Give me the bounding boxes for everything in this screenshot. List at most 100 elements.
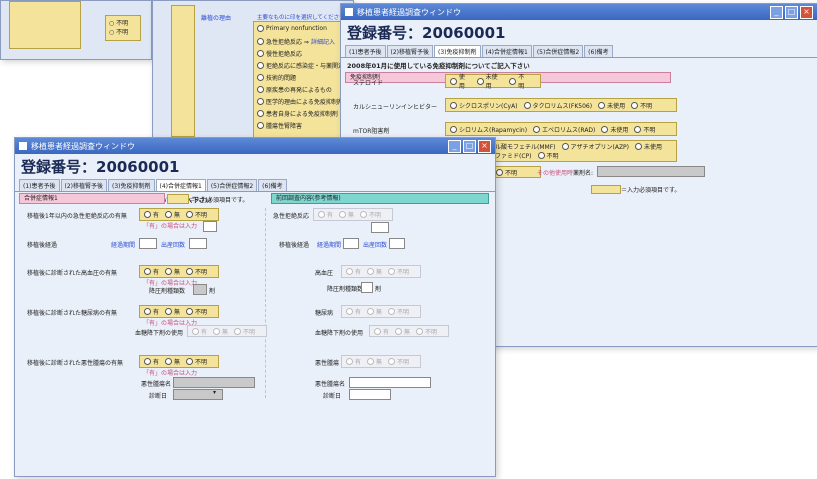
r1-count-input[interactable]	[203, 221, 217, 232]
tab-patient[interactable]: (1)患者予後	[345, 45, 386, 57]
r1-prev-no: 無	[339, 210, 354, 219]
section-header: 2008年01月に使用している免疫抑制剤についてご記入下さい	[347, 62, 530, 70]
steroid-unknown[interactable]: 不明	[509, 72, 530, 90]
mtor-rapamycin[interactable]: シロリムス(Rapamycin)	[450, 125, 527, 134]
tab-patient[interactable]: (1)患者予後	[19, 179, 60, 191]
mtor-unused[interactable]: 未使用	[601, 125, 628, 134]
legend-text: ＝入力必須項目です。	[621, 187, 681, 194]
anti-unused[interactable]: 未使用	[635, 142, 662, 151]
tab-immuno[interactable]: (3)免疫抑制剤	[434, 45, 481, 57]
drug-name-input[interactable]	[597, 166, 705, 177]
registration-number: 登録番号：20060001	[21, 158, 180, 176]
r5-prev-name-label: 悪性腫瘍名	[315, 381, 346, 388]
r4-yes[interactable]: 有	[144, 307, 159, 316]
reason-3[interactable]: 拒絶反応に感染症・与薬関連	[257, 61, 344, 70]
tab-comp1[interactable]: (4)合併症情報1	[155, 179, 206, 191]
tab-comp1[interactable]: (4)合併症情報1	[481, 45, 532, 57]
reason-4[interactable]: 技術的問題	[257, 73, 296, 82]
r4-prev-sub-options: 有 無 不明	[369, 325, 449, 337]
r5-name-label: 悪性腫瘍名	[141, 381, 172, 388]
r1-prev-count	[371, 222, 389, 233]
tab-bar: (1)患者予後 (2)移植腎予後 (3)免疫抑制剤 (4)合併症情報1 (5)合…	[15, 179, 495, 192]
other-unknown[interactable]: 不明	[496, 168, 517, 177]
r4-unknown[interactable]: 不明	[186, 307, 207, 316]
steroid-use[interactable]: 使用	[450, 72, 471, 90]
mtor-rad[interactable]: エベロリムス(RAD)	[533, 125, 595, 134]
minimize-icon[interactable]: _	[448, 139, 461, 153]
r5-note: 「有」の場合は入力	[143, 370, 198, 377]
r3-unknown[interactable]: 不明	[186, 267, 207, 276]
close-icon[interactable]: ×	[800, 5, 813, 19]
reason-6[interactable]: 医学的理由による免疫抑制剤	[257, 97, 344, 106]
reason-1[interactable]: 急性拒絶反応 ⇒ 詳細記入	[257, 37, 335, 46]
cni-cya[interactable]: シクロスポリン(CyA)	[450, 101, 518, 110]
row-cni-label: カルシニューリンインヒビター	[353, 104, 438, 111]
cni-unused[interactable]: 未使用	[598, 101, 625, 110]
steroid-unused[interactable]: 未使用	[476, 72, 504, 90]
tab-graft[interactable]: (2)移植腎予後	[60, 179, 107, 191]
r1-no[interactable]: 無	[165, 210, 180, 219]
r4-no[interactable]: 無	[165, 307, 180, 316]
reason-5[interactable]: 原疾患の再発によるもの	[257, 85, 332, 94]
tab-bar: (1)患者予後 (2)移植腎予後 (3)免疫抑制剤 (4)合併症情報1 (5)合…	[341, 45, 817, 58]
tab-immuno[interactable]: (3)免疫抑制剤	[108, 179, 155, 191]
row-mtor-label: mTOR阻害剤	[353, 128, 390, 135]
r5-name-input[interactable]	[173, 377, 255, 388]
r5-no[interactable]: 無	[165, 357, 180, 366]
minimize-icon[interactable]: _	[770, 5, 783, 19]
app-icon	[345, 8, 353, 16]
r5-date-chevron-down-icon[interactable]: ▾	[213, 389, 216, 396]
cni-fk506[interactable]: タクロリムス(FK506)	[523, 101, 592, 110]
reason-0[interactable]: Primary nonfunction	[257, 25, 327, 32]
anti-azp[interactable]: アザチオプリン(AZP)	[561, 142, 629, 151]
cni-options: シクロスポリン(CyA) タクロリムス(FK506) 未使用 不明	[445, 98, 677, 112]
reason-2[interactable]: 慢性拒絶反応	[257, 49, 302, 58]
reason-extra: 詳細記入	[310, 39, 335, 46]
r5-prev-no: 無	[367, 357, 382, 366]
r3-no[interactable]: 無	[165, 267, 180, 276]
tab-notes[interactable]: (6)備考	[584, 45, 613, 57]
r5-prev-date	[349, 389, 391, 400]
tab-notes[interactable]: (6)備考	[258, 179, 287, 191]
r4-prev-yes: 有	[346, 307, 361, 316]
reason-7[interactable]: 患者自身による免疫抑制剤	[257, 109, 338, 118]
r3-prev-options: 有 無 不明	[341, 265, 421, 278]
r4-sub-label: 血糖降下剤の使用	[135, 330, 184, 337]
section-title-right: 前回調査内容(参考情報)	[271, 193, 489, 204]
close-icon[interactable]: ×	[478, 139, 491, 153]
r2-prev-years-label: 経過期間	[317, 242, 342, 249]
complications-window: 移植患者経過調査ウィンドウ _ □ × 登録番号：20060001 (1)患者予…	[14, 137, 496, 477]
reason-hint: 主要なものに印を選択してください	[257, 15, 345, 21]
r3-sub-input[interactable]	[193, 284, 207, 295]
r3-yes[interactable]: 有	[144, 267, 159, 276]
steroid-options: 使用 未使用 不明	[445, 72, 541, 90]
r1-prev-options: 有 無 不明	[313, 208, 393, 221]
tab-comp2[interactable]: (5)合併症情報2	[206, 179, 258, 191]
r4-prev-no: 無	[367, 307, 382, 316]
tab-comp2[interactable]: (5)合併症情報2	[532, 45, 584, 57]
r1-yes[interactable]: 有	[144, 210, 159, 219]
r3-prev-sub	[361, 282, 373, 293]
required-swatch	[167, 194, 189, 204]
r5-prev-name	[349, 377, 431, 388]
maximize-icon[interactable]: □	[463, 139, 476, 153]
r2-label: 移植後経過	[27, 242, 58, 249]
r2-unit-input[interactable]	[189, 238, 207, 249]
background-window-left: ○ 不明 ○ 不明	[0, 0, 152, 60]
r4-prev-sub-no: 無	[395, 327, 410, 336]
cni-unknown[interactable]: 不明	[631, 101, 652, 110]
mtor-unknown[interactable]: 不明	[634, 125, 655, 134]
required-legend: ＝入力必須項目です。	[189, 197, 249, 204]
r1-unknown[interactable]: 不明	[186, 210, 207, 219]
reason-8[interactable]: 腫瘍性腎障害	[257, 121, 302, 130]
r1-note: 「有」の場合は入力	[143, 223, 198, 230]
r5-yes[interactable]: 有	[144, 357, 159, 366]
title-bar: 移植患者経過調査ウィンドウ _ □ ×	[15, 138, 495, 154]
anti-unknown[interactable]: 不明	[537, 151, 559, 160]
maximize-icon[interactable]: □	[785, 5, 798, 19]
r5-unknown[interactable]: 不明	[186, 357, 207, 366]
r4-options: 有 無 不明	[139, 305, 219, 318]
tab-graft[interactable]: (2)移植腎予後	[386, 45, 433, 57]
title-bar: 移植患者経過調査ウィンドウ _ □ ×	[341, 4, 817, 20]
r2-years-input[interactable]	[139, 238, 157, 249]
